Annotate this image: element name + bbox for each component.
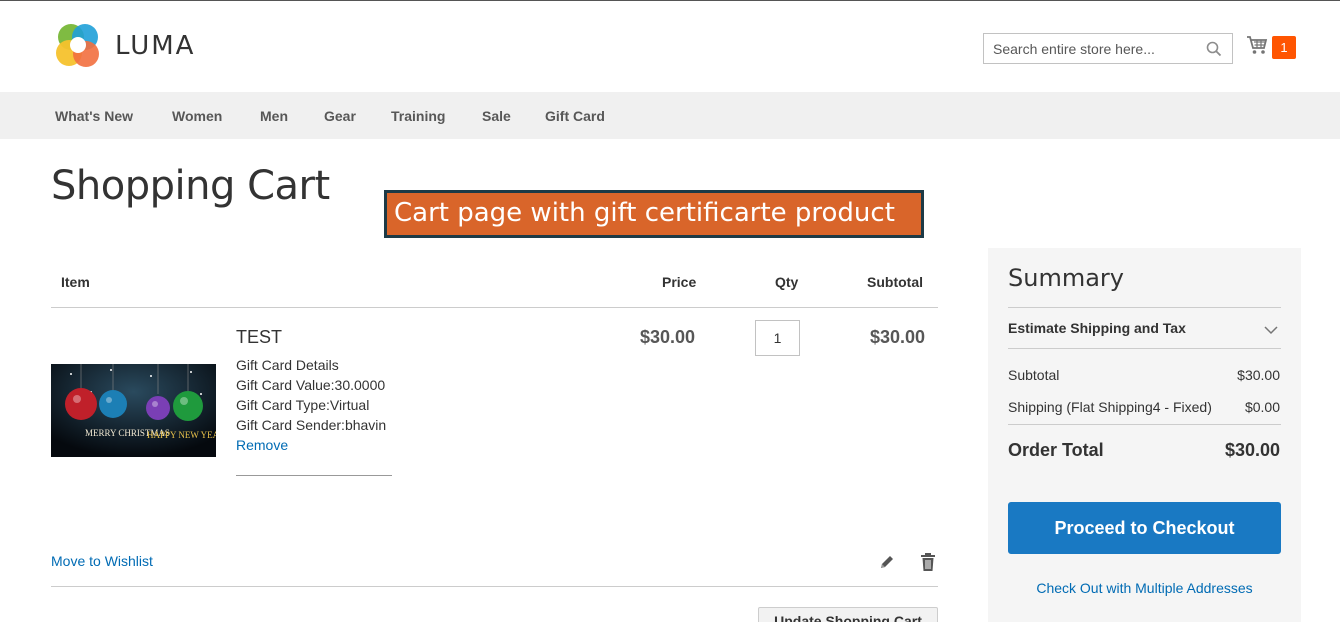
order-total-row: Order Total $30.00	[1008, 440, 1280, 461]
trash-icon[interactable]	[919, 552, 937, 577]
table-divider	[51, 307, 938, 308]
cart-summary: Summary Estimate Shipping and Tax Subtot…	[988, 248, 1301, 622]
cart-icon[interactable]	[1246, 35, 1268, 60]
column-header-subtotal: Subtotal	[867, 274, 923, 290]
product-image[interactable]: MERRY CHRISTMAS HAPPY NEW YEAR	[51, 364, 216, 457]
product-name-link[interactable]: TEST	[236, 327, 282, 348]
summary-divider	[1008, 307, 1281, 308]
multi-address-link-text[interactable]: Check Out with Multiple Addresses	[1036, 580, 1252, 596]
item-subtotal: $30.00	[870, 327, 926, 347]
remove-item-link[interactable]: Remove	[236, 437, 288, 453]
subtotal-label: Subtotal	[1008, 367, 1060, 383]
top-border	[0, 0, 1340, 1]
nav-item-training[interactable]: Training	[391, 108, 445, 124]
search-box[interactable]	[983, 33, 1233, 64]
luma-logo-icon	[55, 23, 101, 69]
nav-item-gift-card[interactable]: Gift Card	[545, 108, 605, 124]
estimate-shipping-toggle[interactable]: Estimate Shipping and Tax	[1008, 320, 1186, 336]
column-header-item: Item	[61, 274, 90, 290]
summary-subtotal-row: Subtotal $30.00	[1008, 367, 1280, 383]
shipping-value: $0.00	[1244, 399, 1280, 415]
item-price: $30.00	[640, 327, 696, 347]
nav-item-men[interactable]: Men	[260, 108, 288, 124]
logo[interactable]: LUMA	[55, 23, 195, 69]
edit-icon[interactable]	[878, 553, 896, 576]
summary-divider	[1008, 424, 1281, 425]
nav-item-gear[interactable]: Gear	[324, 108, 356, 124]
qty-input[interactable]: 1	[755, 320, 800, 356]
summary-shipping-row: Shipping (Flat Shipping4 - Fixed) $0.00	[1008, 399, 1280, 415]
order-total-value: $30.00	[1224, 440, 1280, 460]
product-option-value: Gift Card Value:30.0000	[236, 377, 386, 393]
proceed-to-checkout-button[interactable]: Proceed to Checkout	[1008, 502, 1281, 554]
brand-name: LUMA	[115, 31, 196, 61]
update-shopping-cart-button[interactable]: Update Shopping Cart	[758, 607, 938, 622]
svg-text:HAPPY NEW YEAR: HAPPY NEW YEAR	[147, 430, 216, 440]
minicart-link[interactable]: 1	[1246, 35, 1296, 60]
move-to-wishlist-link[interactable]: Move to Wishlist	[51, 553, 153, 569]
subtotal-value: $30.00	[1237, 367, 1280, 383]
summary-divider	[1008, 348, 1281, 349]
annotation-banner: Cart page with gift certificarte product	[384, 190, 924, 238]
cart-count-badge[interactable]: 1	[1272, 36, 1296, 59]
product-option-heading: Gift Card Details	[236, 357, 339, 373]
shipping-label: Shipping (Flat Shipping4 - Fixed)	[1008, 399, 1212, 415]
options-divider	[236, 475, 392, 476]
product-option-sender: Gift Card Sender:bhavin	[236, 417, 387, 433]
nav-item-whats-new[interactable]: What's New	[55, 108, 133, 124]
nav-item-women[interactable]: Women	[172, 108, 222, 124]
search-input[interactable]	[993, 40, 1203, 57]
multi-address-checkout-link: Check Out with Multiple Addresses	[988, 580, 1301, 596]
page-title: Shopping Cart	[51, 163, 330, 209]
main-navigation: What's New Women Men Gear Training Sale …	[0, 92, 1340, 139]
column-header-price: Price	[662, 274, 697, 290]
summary-title: Summary	[1008, 264, 1124, 292]
product-option-type: Gift Card Type:Virtual	[236, 397, 370, 413]
table-bottom-divider	[51, 586, 938, 587]
nav-item-sale[interactable]: Sale	[482, 108, 511, 124]
search-icon[interactable]	[1206, 41, 1222, 62]
chevron-down-icon[interactable]	[1264, 322, 1278, 340]
order-total-label: Order Total	[1008, 440, 1104, 460]
column-header-qty: Qty	[775, 274, 799, 290]
